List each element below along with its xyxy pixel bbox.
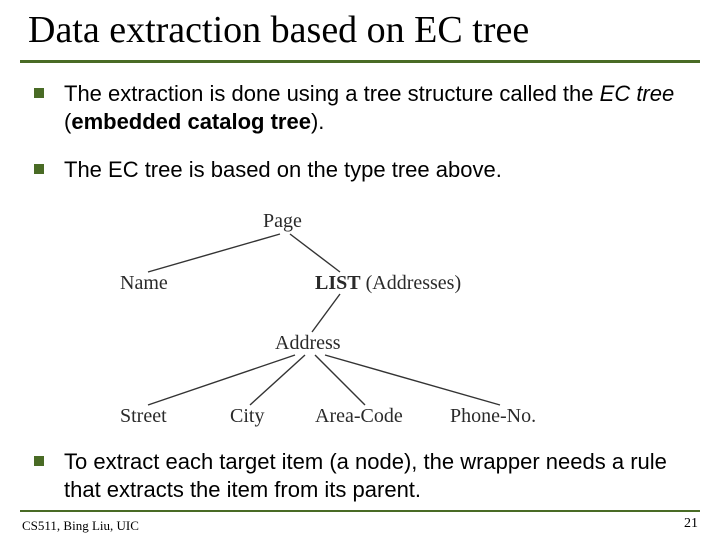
node-page: Page	[263, 210, 302, 233]
bullet-3-text: To extract each target item (a node), th…	[64, 448, 684, 504]
bullet-item-1: The extraction is done using a tree stru…	[34, 80, 684, 136]
node-phoneno: Phone-No.	[450, 405, 536, 428]
bullet-item-2: The EC tree is based on the type tree ab…	[34, 156, 684, 184]
bullet-2-text: The EC tree is based on the type tree ab…	[64, 156, 684, 184]
bullet-list: The extraction is done using a tree stru…	[34, 80, 684, 200]
b1-em: EC tree	[600, 81, 675, 106]
bullet-icon	[34, 456, 44, 466]
page-number: 21	[684, 516, 698, 532]
title-underline	[20, 60, 700, 63]
node-list-note: (Addresses)	[361, 272, 462, 294]
node-list-label: LIST	[315, 272, 361, 294]
bullet-item-3: To extract each target item (a node), th…	[34, 448, 684, 504]
node-city: City	[230, 405, 264, 428]
footer-underline	[20, 510, 700, 512]
bullet-icon	[34, 88, 44, 98]
b1-bold: embedded catalog tree	[71, 109, 311, 134]
node-name: Name	[120, 272, 168, 295]
footer-attribution: CS511, Bing Liu, UIC	[22, 518, 139, 534]
ec-tree-diagram: Page Name LIST (Addresses) Address Stree…	[110, 210, 600, 440]
slide-title: Data extraction based on EC tree	[28, 8, 529, 52]
bullet-1-text: The extraction is done using a tree stru…	[64, 80, 684, 136]
b1-pre: The extraction is done using a tree stru…	[64, 81, 600, 106]
node-list: LIST (Addresses)	[315, 272, 461, 295]
node-street: Street	[120, 405, 167, 428]
node-address: Address	[275, 332, 341, 355]
b1-post: ).	[311, 109, 324, 134]
bullet-icon	[34, 164, 44, 174]
slide: Data extraction based on EC tree The ext…	[0, 0, 720, 540]
node-areacode: Area-Code	[315, 405, 403, 428]
